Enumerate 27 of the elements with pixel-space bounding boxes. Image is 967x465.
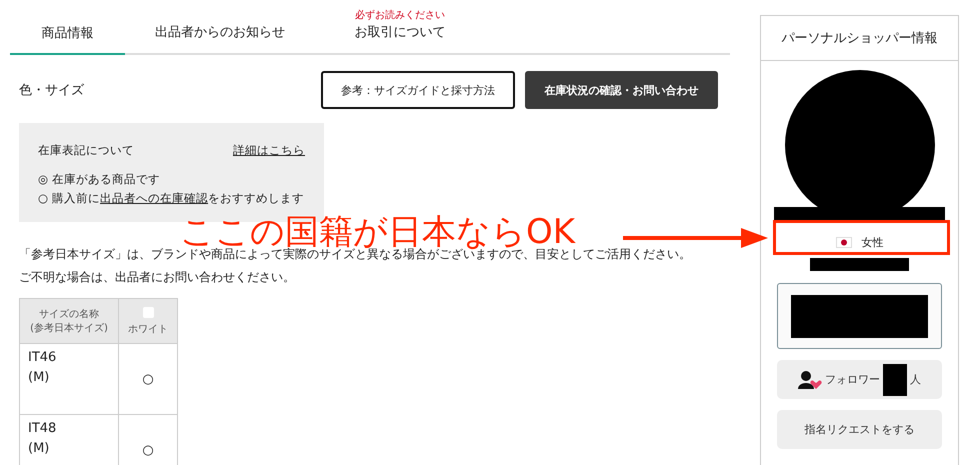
follower-icon bbox=[798, 370, 822, 390]
seller-stock-link[interactable]: 出品者への在庫確認 bbox=[100, 191, 208, 205]
stock-legend-text: 在庫がある商品です bbox=[52, 172, 160, 187]
stock-symbol: ○ bbox=[38, 191, 48, 206]
flag-icon bbox=[836, 236, 852, 248]
redaction-bar bbox=[883, 364, 907, 396]
tab-note: 必ずお読みください bbox=[354, 8, 446, 22]
size-cell: IT46 (M) bbox=[20, 344, 118, 414]
stock-notice-title: 在庫表記について bbox=[38, 143, 134, 158]
panel-title: パーソナルショッパー情報 bbox=[761, 16, 958, 61]
tab[interactable]: 出品者からのお知らせ bbox=[125, 0, 315, 53]
stock-cell: ○ bbox=[118, 344, 178, 414]
details-link[interactable]: 詳細はこちら bbox=[233, 143, 305, 158]
request-button[interactable]: 指名リクエストをする bbox=[777, 410, 942, 449]
note-text: ご不明な場合は、出品者にお問い合わせください。 bbox=[19, 269, 296, 286]
tab[interactable]: 必ずお読みください お取引について bbox=[315, 0, 485, 53]
stock-symbol: ◎ bbox=[38, 172, 48, 187]
table-header: ホワイト bbox=[118, 298, 178, 344]
follower-button[interactable]: フォロワー 人 bbox=[777, 360, 942, 399]
size-cell: IT48 (M) bbox=[20, 414, 118, 465]
section-title: 色・サイズ bbox=[19, 82, 84, 99]
gender-text: 女性 bbox=[862, 234, 884, 250]
tab[interactable]: 商品情報 bbox=[10, 0, 125, 55]
table-header: サイズの名称 (参考日本サイズ) bbox=[20, 298, 118, 344]
action-button[interactable]: 参考：サイズガイドと採寸方法 bbox=[321, 71, 515, 109]
stock-legend-text: 購入前に出品者への在庫確認をおすすめします bbox=[52, 191, 304, 206]
action-button[interactable]: 在庫状況の確認・お問い合わせ bbox=[525, 71, 718, 109]
